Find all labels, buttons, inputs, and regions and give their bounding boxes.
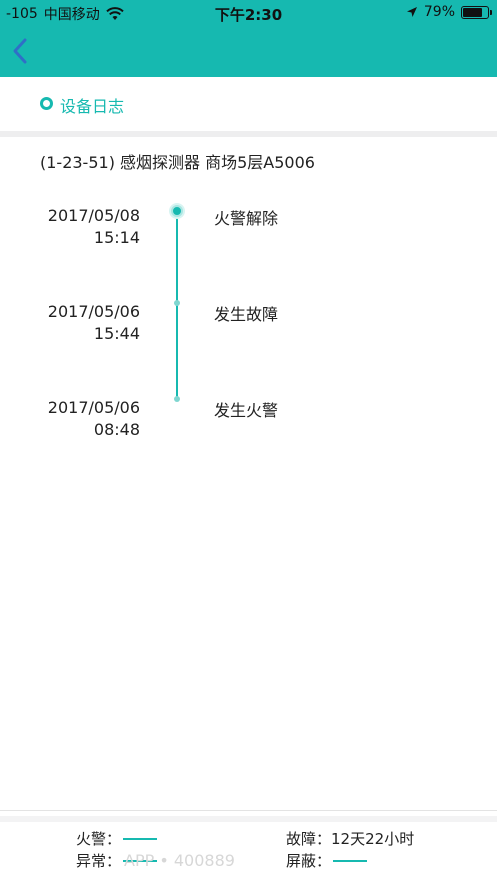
watermark-text: APP • 400889 [124, 851, 235, 870]
top-bar: -105 中国移动 下午2:30 79% [0, 0, 497, 77]
footer-divider [0, 810, 497, 811]
footer-band [0, 816, 497, 822]
chevron-left-icon[interactable] [8, 36, 34, 66]
legend-fire: 火警： [76, 828, 158, 849]
legend-fault-label: 故障： [286, 830, 332, 848]
timeline-dot [174, 396, 180, 402]
legend-fire-label: 火警： [76, 830, 122, 848]
battery-percent: 79% [423, 4, 455, 20]
section-divider [0, 131, 497, 137]
circle-bullet-icon [40, 97, 53, 110]
battery-fill [463, 7, 482, 17]
legend-fault-value: 12天22小时 [331, 830, 415, 848]
timeline-event: 火警解除 [214, 209, 279, 228]
legend-fire-line [123, 837, 158, 840]
timeline-event: 发生故障 [214, 305, 279, 324]
timeline-time: 15:14 [93, 228, 140, 247]
legend-abnormal-label: 异常： [76, 852, 122, 870]
timeline-dot-current [171, 205, 183, 217]
timeline-item-datetime: 2017/05/08 15:14 [48, 205, 140, 249]
timeline-date: 2017/05/08 [47, 206, 140, 225]
legend-fault: 故障： 12天22小时 [286, 828, 414, 849]
timeline-item-datetime: 2017/05/06 08:48 [48, 397, 140, 441]
timeline-time: 15:44 [93, 324, 140, 343]
timeline-item-datetime: 2017/05/06 15:44 [48, 301, 140, 345]
timeline-dot [174, 300, 180, 306]
status-bar: -105 中国移动 下午2:30 79% [0, 0, 497, 26]
timeline-date: 2017/05/06 [47, 302, 140, 321]
status-right: 79% [406, 4, 492, 20]
legend-shield-line [333, 859, 368, 862]
section-header: 设备日志 [0, 77, 497, 131]
legend-shield-label: 屏蔽： [286, 852, 332, 870]
location-arrow-icon [406, 7, 417, 17]
timeline-date: 2017/05/06 [47, 398, 140, 417]
section-title: 设备日志 [60, 97, 125, 116]
timeline-event: 发生火警 [214, 401, 279, 420]
battery-icon [461, 5, 492, 19]
device-label: (1-23-51) 感烟探测器 商场5层A5006 [40, 153, 315, 172]
timeline-time: 08:48 [93, 420, 140, 439]
legend-shield: 屏蔽： [286, 850, 368, 871]
